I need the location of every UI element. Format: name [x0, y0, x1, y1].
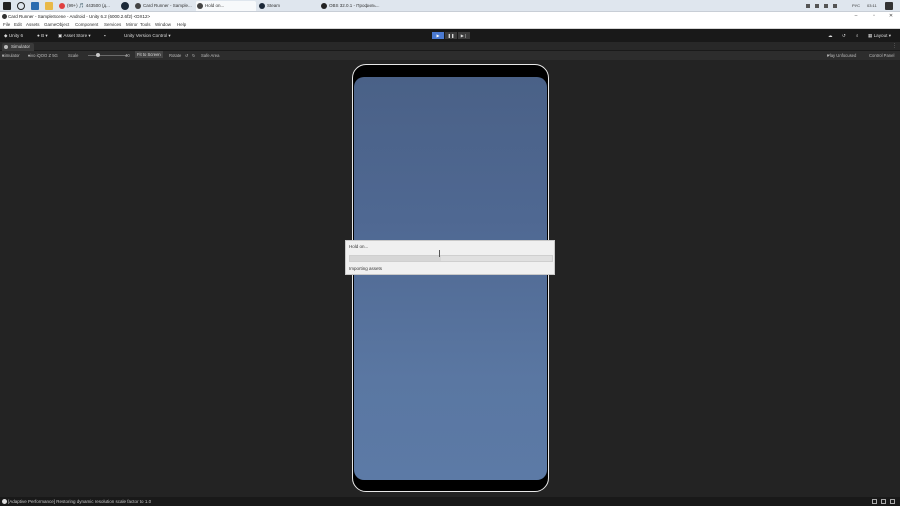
play-button[interactable]: ▶	[432, 32, 444, 39]
taskbar-tab-youtube[interactable]: (99+) 🎵 443500 (д...	[58, 1, 118, 11]
account-button[interactable]: ● B ▾	[37, 29, 48, 42]
panel-tab-row: Simulator ⋮	[0, 42, 900, 51]
network-icon[interactable]	[824, 4, 828, 8]
play-controls: ▶ ❚❚ ▶❘	[432, 32, 470, 39]
asset-store-button[interactable]: ▣ Asset Store ▾	[58, 29, 91, 42]
history-icon[interactable]: ↺	[842, 29, 846, 42]
info-icon	[2, 499, 7, 504]
menu-help[interactable]: Help	[177, 21, 186, 29]
cloud-icon[interactable]: ☁	[828, 29, 833, 42]
maximize-button[interactable]: ▫	[865, 12, 883, 21]
volume-icon[interactable]	[833, 4, 837, 8]
menu-assets[interactable]: Assets	[26, 21, 40, 29]
scale-slider-handle[interactable]	[96, 53, 100, 57]
play-focus-dropdown[interactable]: Play Unfocused ▾	[827, 51, 856, 60]
unity-account-button[interactable]: ◆ Unity 6	[4, 29, 23, 42]
dialog-message: Importing assets	[349, 266, 383, 271]
status-bar: [Adaptive Performance] Restoring dynamic…	[0, 497, 900, 506]
unity-logo-icon	[2, 14, 7, 19]
search-icon[interactable]: ⌕	[856, 29, 859, 42]
chevron-down-icon: ▾	[167, 33, 171, 38]
file-explorer-icon[interactable]	[45, 2, 53, 10]
chevron-down-icon: ▾	[87, 33, 91, 38]
version-control-button[interactable]: Unity Version Control ▾	[124, 29, 171, 42]
menu-edit[interactable]: Edit	[14, 21, 22, 29]
step-button[interactable]: ▶❘	[458, 32, 470, 39]
control-panel-button[interactable]: Control Panel	[869, 51, 894, 60]
text-cursor-icon	[439, 250, 443, 257]
safe-area-toggle[interactable]: Safe Area	[201, 51, 219, 60]
progress-bar-fill	[350, 256, 441, 261]
unity-icon	[197, 3, 203, 9]
taskbar-tab-unity[interactable]: Card Runner - Sample...	[134, 1, 194, 11]
youtube-icon	[59, 3, 65, 9]
tray-arrow-icon[interactable]	[806, 4, 810, 8]
menu-window[interactable]: Window	[155, 21, 171, 29]
taskbar: (99+) 🎵 443500 (д... Card Runner - Sampl…	[0, 0, 900, 12]
scale-slider-track[interactable]	[88, 55, 128, 56]
dialog-title: Hold on...	[349, 244, 369, 249]
menu-services[interactable]: Services	[104, 21, 121, 29]
window-title: Card Runner - SampleScene - Android - Un…	[8, 14, 151, 19]
keyboard-language[interactable]: РУС	[852, 0, 860, 12]
progress-dialog: Hold on... Importing assets	[345, 240, 555, 275]
close-button[interactable]: ✕	[882, 12, 900, 21]
tray-app-icon[interactable]	[815, 4, 819, 8]
rotate-right-icon[interactable]: ↻	[192, 51, 196, 60]
scale-label: Scale	[68, 53, 79, 58]
rotate-label: Rotate	[169, 53, 182, 58]
status-icon-1[interactable]	[872, 499, 877, 504]
panel-menu-icon[interactable]: ⋮	[892, 43, 897, 49]
status-icon-3[interactable]	[890, 499, 895, 504]
minimize-button[interactable]: –	[847, 12, 865, 21]
status-message[interactable]: [Adaptive Performance] Restoring dynamic…	[8, 497, 151, 506]
view-dropdown[interactable]: Simulator ▾	[2, 51, 20, 60]
menu-tools[interactable]: Tools	[140, 21, 151, 29]
search-icon[interactable]	[17, 2, 25, 10]
rotate-left-icon[interactable]: ↺	[185, 51, 189, 60]
taskbar-tab-hold-on[interactable]: Hold on...	[196, 1, 256, 11]
obs-icon	[321, 3, 327, 9]
simulator-icon	[4, 45, 8, 49]
chevron-down-icon: ▾	[887, 33, 892, 38]
chevron-down-icon: ▾	[44, 33, 48, 38]
menu-bar: File Edit Assets GameObject Component Se…	[0, 21, 900, 29]
steam-icon	[259, 3, 265, 9]
steam-taskbar-icon[interactable]	[121, 2, 129, 10]
layout-dropdown[interactable]: ▦ Layout ▾	[868, 29, 891, 42]
menu-gameobject[interactable]: GameObject	[44, 21, 69, 29]
menu-file[interactable]: File	[3, 21, 10, 29]
fit-to-screen-button[interactable]: Fit to Screen	[135, 51, 163, 58]
unity-icon	[135, 3, 141, 9]
windows-start-icon[interactable]	[3, 2, 11, 10]
simulator-controls: Simulator ▾ vivo iQOO Z 5G ▾ Scale 40 Fi…	[0, 51, 900, 60]
clock[interactable]: 03:11	[867, 0, 877, 12]
tab-simulator[interactable]: Simulator	[2, 43, 35, 51]
notifications-icon[interactable]	[885, 2, 893, 10]
package-icon[interactable]: ▪	[104, 29, 106, 42]
system-tray-icons[interactable]	[806, 0, 846, 12]
device-screen[interactable]	[354, 77, 547, 480]
scale-value: 40	[125, 53, 130, 58]
status-icon-2[interactable]	[881, 499, 886, 504]
progress-bar	[349, 255, 553, 262]
window-titlebar: Card Runner - SampleScene - Android - Un…	[0, 12, 900, 21]
pause-button[interactable]: ❚❚	[445, 32, 457, 39]
taskbar-tab-obs[interactable]: OBS 32.0.1 - Профиль...	[320, 1, 390, 11]
task-view-icon[interactable]	[31, 2, 39, 10]
menu-component[interactable]: Component	[75, 21, 98, 29]
device-dropdown[interactable]: vivo iQOO Z 5G ▾	[28, 51, 58, 60]
taskbar-tab-steam[interactable]: Steam	[258, 1, 318, 11]
menu-mirror[interactable]: Mirror	[126, 21, 138, 29]
